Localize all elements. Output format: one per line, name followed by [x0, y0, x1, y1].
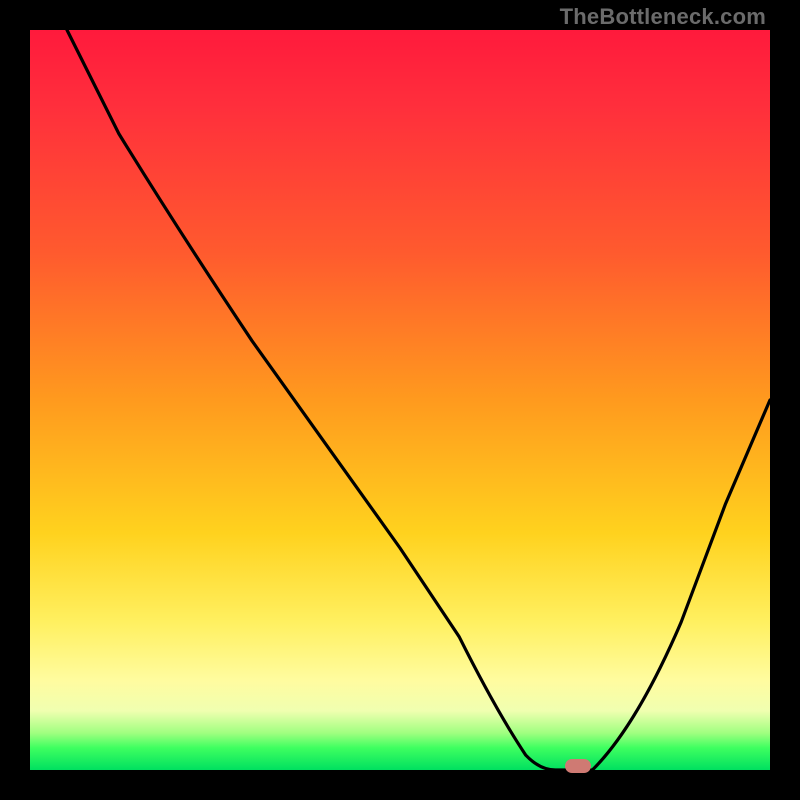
chart-container: TheBottleneck.com [0, 0, 800, 800]
plot-area [30, 30, 770, 770]
curve-path [67, 30, 770, 770]
optimum-marker [565, 759, 591, 773]
bottleneck-curve [30, 30, 770, 770]
watermark-label: TheBottleneck.com [560, 4, 766, 30]
